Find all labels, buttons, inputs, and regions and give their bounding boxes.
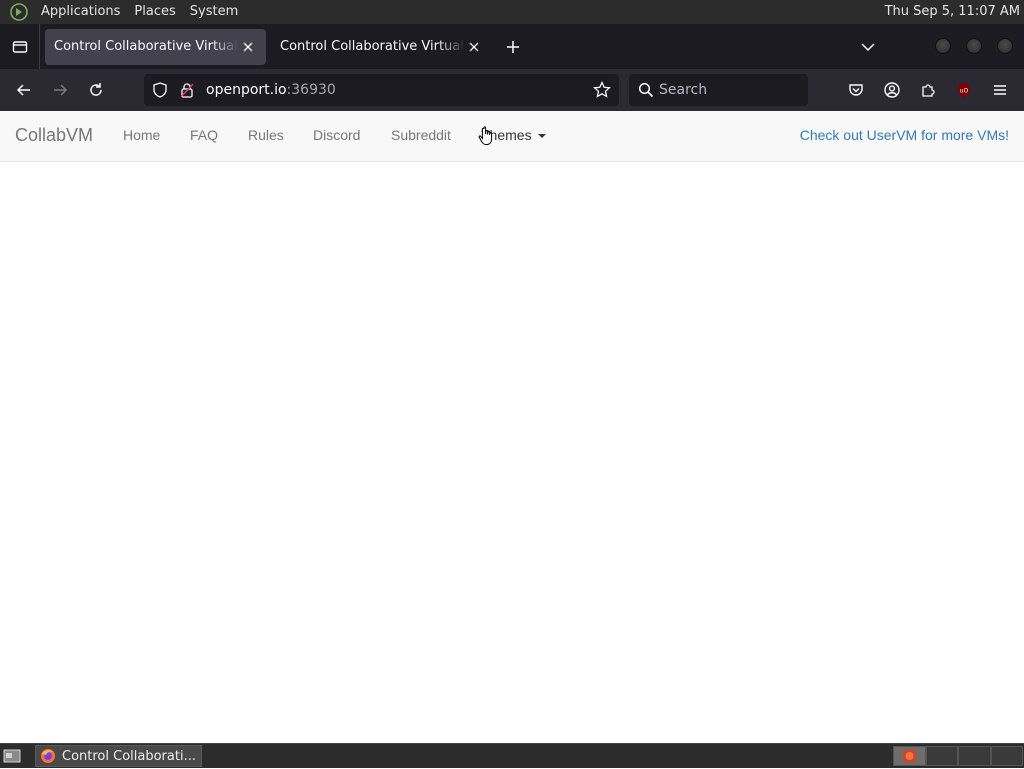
search-bar[interactable]: Search: [629, 74, 808, 106]
account-button[interactable]: [878, 76, 906, 104]
page-content: CollabVM Home FAQ Rules Discord Subreddi…: [0, 111, 1024, 743]
workspace-2[interactable]: [926, 746, 958, 766]
system-menu[interactable]: System: [183, 0, 245, 24]
url-text[interactable]: openport.io:36930: [206, 74, 336, 106]
show-desktop-button[interactable]: [2, 747, 22, 765]
workspace-4[interactable]: [991, 746, 1023, 766]
themes-dropdown[interactable]: Themes: [481, 111, 546, 159]
extensions-button[interactable]: [914, 76, 942, 104]
plus-icon: [507, 40, 519, 53]
url-host: openport.io: [206, 82, 287, 98]
reload-button[interactable]: [82, 76, 110, 104]
maximize-button[interactable]: [966, 38, 982, 54]
collabvm-navbar: CollabVM Home FAQ Rules Discord Subreddi…: [0, 111, 1024, 162]
chevron-down-icon: [861, 43, 875, 52]
shield-icon[interactable]: [152, 82, 168, 102]
taskbar-window-firefox[interactable]: Control Collaborati...: [35, 745, 202, 767]
desktop-icon: [3, 749, 21, 763]
nav-link-discord[interactable]: Discord: [313, 111, 360, 159]
workspace-3[interactable]: [958, 746, 991, 766]
tab-control-collaborative-vm-2[interactable]: Control Collaborative Virtual Machines: [271, 29, 492, 65]
pocket-icon: [849, 84, 863, 96]
arrow-right-icon: [54, 84, 68, 96]
arrow-left-icon: [16, 84, 30, 96]
hamburger-menu-icon: [994, 85, 1006, 95]
distro-logo-icon[interactable]: [8, 1, 30, 23]
ublock-origin-button[interactable]: uO: [950, 76, 978, 104]
bookmark-star-icon[interactable]: [593, 80, 611, 103]
url-port: :36930: [286, 82, 336, 98]
browser-navbar: openport.io:36930 Search uO: [0, 69, 1024, 111]
places-menu[interactable]: Places: [127, 0, 182, 24]
pocket-button[interactable]: [842, 76, 870, 104]
applications-menu[interactable]: Applications: [34, 0, 127, 24]
account-icon: [884, 82, 900, 98]
collabvm-brand-link[interactable]: CollabVM: [15, 111, 93, 159]
new-tab-button[interactable]: [498, 32, 528, 62]
app-menu-button[interactable]: [986, 76, 1014, 104]
ublock-shield-icon: uO: [958, 83, 970, 97]
tab-title: Control Collaborative Virtual Machines: [54, 39, 239, 54]
tab-strip: Control Collaborative Virtual Machines C…: [0, 24, 1024, 69]
back-button[interactable]: [10, 76, 38, 104]
list-all-tabs-button[interactable]: [855, 34, 881, 60]
firefox-icon: [903, 750, 916, 762]
puzzle-icon: [922, 84, 935, 97]
url-bar[interactable]: openport.io:36930: [144, 74, 619, 106]
reload-icon: [90, 83, 102, 96]
search-icon: [638, 82, 654, 102]
nav-link-faq[interactable]: FAQ: [190, 111, 218, 159]
workspace-1[interactable]: [893, 746, 926, 766]
top-panel: Applications Places System Thu Sep 5, 11…: [0, 0, 1024, 24]
tab-control-collaborative-vm-1[interactable]: Control Collaborative Virtual Machines: [45, 28, 266, 65]
bottom-taskbar: Control Collaborati...: [0, 743, 1024, 768]
minimize-button[interactable]: [935, 38, 951, 54]
tab-title: Control Collaborative Virtual Machines: [280, 39, 465, 54]
firefox-view-icon: [12, 40, 27, 53]
taskbar-window-label: Control Collaborati...: [62, 748, 196, 764]
uservm-link[interactable]: Check out UserVM for more VMs!: [800, 111, 1009, 159]
caret-down-icon: [537, 134, 546, 139]
nav-link-subreddit[interactable]: Subreddit: [391, 111, 451, 159]
tab-close-icon[interactable]: [466, 39, 482, 55]
clock[interactable]: Thu Sep 5, 11:07 AM: [885, 0, 1020, 24]
forward-button[interactable]: [46, 76, 74, 104]
tab-close-icon[interactable]: [240, 39, 256, 55]
nav-link-rules[interactable]: Rules: [248, 111, 284, 159]
firefox-view-button[interactable]: [0, 24, 40, 69]
nav-link-home[interactable]: Home: [123, 111, 160, 159]
lock-icon[interactable]: [179, 82, 195, 102]
themes-label: Themes: [481, 127, 532, 143]
close-window-button[interactable]: [997, 38, 1013, 54]
svg-text:uO: uO: [960, 88, 969, 95]
search-input[interactable]: Search: [659, 74, 707, 106]
firefox-icon: [41, 749, 55, 763]
